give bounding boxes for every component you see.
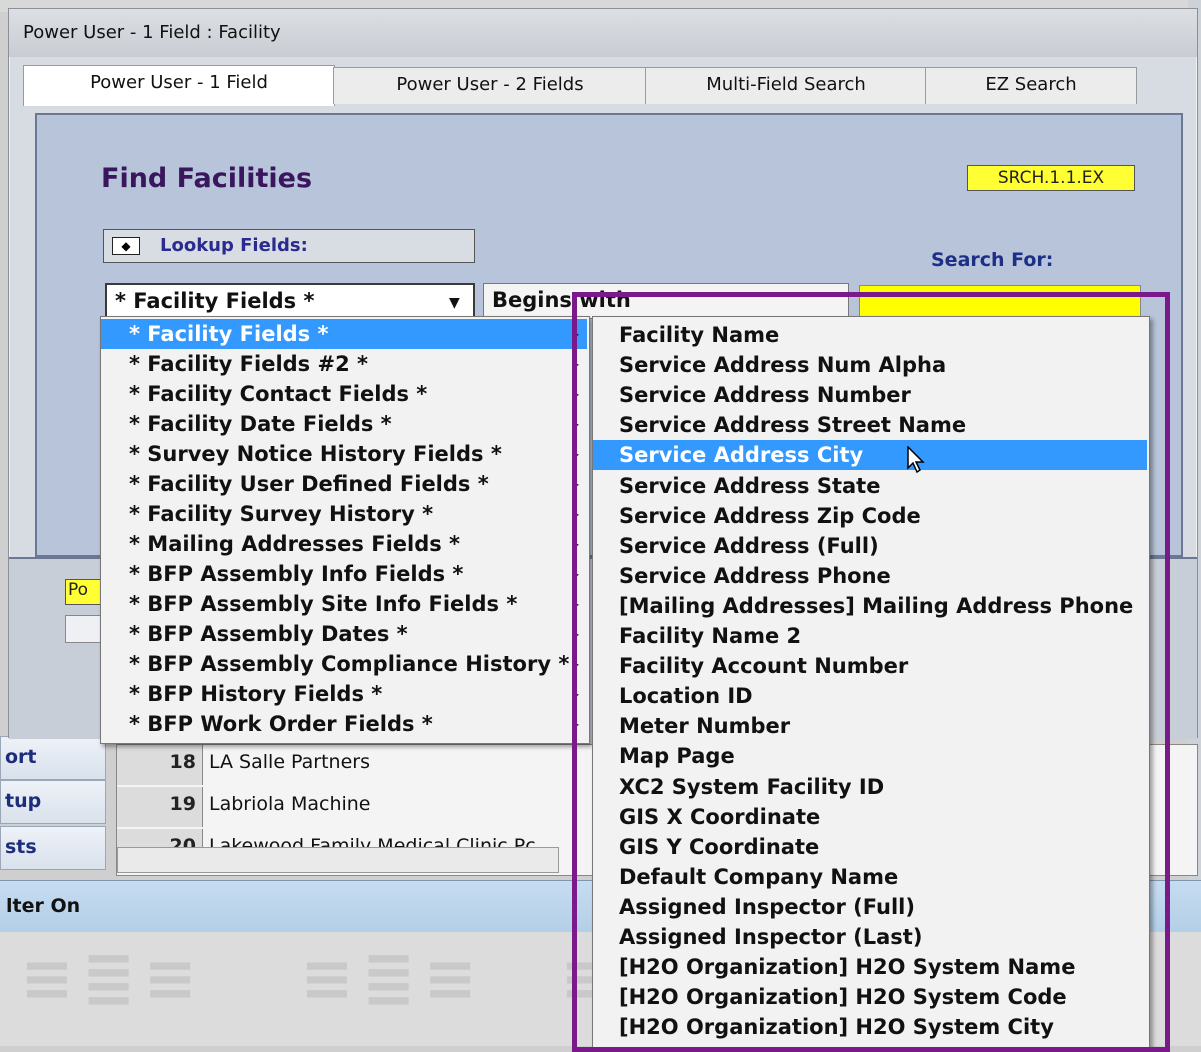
window-title: Power User - 1 Field : Facility — [23, 22, 281, 43]
chevron-down-icon[interactable]: ▼ — [449, 295, 460, 311]
row-name[interactable]: Lakewood Family Medical Clinic Pc — [209, 829, 536, 847]
field-group-option[interactable]: * BFP Assembly Site Info Fields * — [101, 589, 587, 619]
tab-power-user-2-fields[interactable]: Power User - 2 Fields — [333, 67, 647, 104]
sidebar-item-report[interactable]: ort — [0, 736, 106, 780]
field-group-option[interactable]: * Facility User Defined Fields * — [101, 469, 587, 499]
screen-code-badge: SRCH.1.1.EX — [967, 165, 1135, 191]
row-number: 19 — [117, 787, 203, 827]
tab-power-user-1-field[interactable]: Power User - 1 Field — [23, 65, 335, 106]
filter-status-text: lter On — [6, 895, 81, 917]
field-group-option[interactable]: * Facility Survey History * — [101, 499, 587, 529]
field-group-option[interactable]: * BFP History Fields * — [101, 679, 587, 709]
field-group-option[interactable]: * BFP Work Order Fields * — [101, 709, 587, 739]
field-group-option[interactable]: * BFP Assembly Info Fields * — [101, 559, 587, 589]
field-group-option[interactable]: * Facility Date Fields * — [101, 409, 587, 439]
diamond-icon[interactable]: ◆ — [112, 237, 140, 255]
sidebar-item-lists[interactable]: sts — [0, 826, 106, 870]
lookup-fields-label: Lookup Fields: — [160, 235, 308, 256]
tab-multi-field-search[interactable]: Multi-Field Search — [645, 67, 927, 104]
pw-button-label: Po — [68, 580, 89, 600]
sidebar-item-setup[interactable]: tup — [0, 780, 106, 824]
field-group-option[interactable]: * Facility Contact Fields * — [101, 379, 587, 409]
page-title: Find Facilities — [101, 163, 313, 194]
highlight-annotation-box — [572, 292, 1170, 1052]
horizontal-scrollbar[interactable] — [117, 847, 559, 873]
row-name[interactable]: LA Salle Partners — [209, 745, 370, 779]
lookup-fields-bar[interactable]: ◆ Lookup Fields: — [103, 229, 475, 263]
row-name[interactable]: Labriola Machine — [209, 787, 371, 821]
field-group-option[interactable]: * Facility Fields #2 * — [101, 349, 587, 379]
sidebar-item-label: ort — [5, 746, 37, 768]
tab-ez-search[interactable]: EZ Search — [925, 67, 1137, 104]
field-group-dropdown[interactable]: * Facility Fields * ▸ * Facility Fields #2… — [100, 316, 590, 744]
row-number: 18 — [117, 745, 203, 785]
field-group-selected: * Facility Fields * — [115, 289, 315, 313]
field-group-option[interactable]: * Facility Fields * — [101, 319, 587, 349]
sidebar-item-label: sts — [5, 836, 37, 858]
field-group-option[interactable]: * Mailing Addresses Fields * — [101, 529, 587, 559]
row-number: 20 — [117, 829, 203, 847]
search-for-label: Search For: — [931, 249, 1054, 271]
field-group-option[interactable]: * Survey Notice History Fields * — [101, 439, 587, 469]
title-bar[interactable]: Power User - 1 Field : Facility — [9, 9, 1197, 57]
field-group-option[interactable]: * BFP Assembly Compliance History * — [101, 649, 587, 679]
sidebar-item-label: tup — [5, 790, 42, 812]
field-group-option[interactable]: * BFP Assembly Dates * — [101, 619, 587, 649]
